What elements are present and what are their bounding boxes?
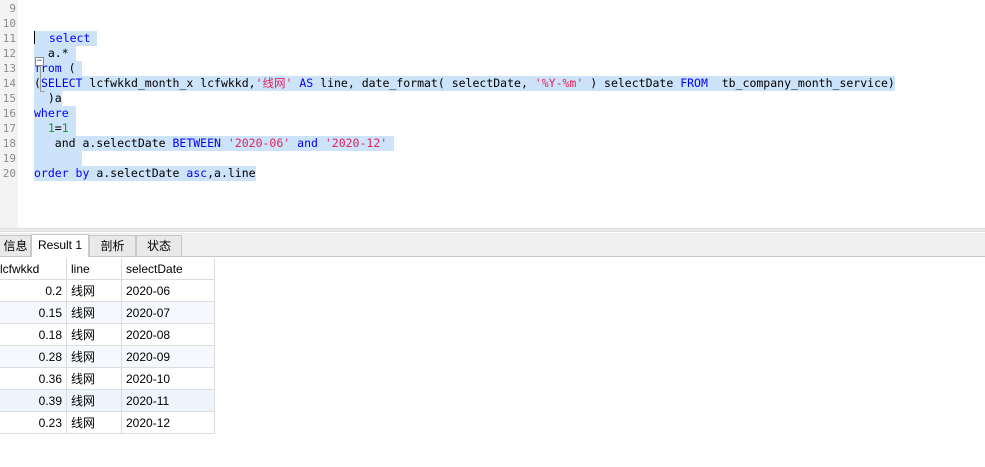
code-text: order by a.selectDate asc,a.line	[34, 166, 256, 181]
code-text: )a	[34, 91, 62, 106]
code-token: )a	[34, 91, 62, 105]
code-token: AS	[299, 76, 314, 90]
cell-line[interactable]: 线网	[67, 302, 122, 324]
cell-line[interactable]: 线网	[67, 390, 122, 412]
code-token: order by	[34, 166, 90, 180]
code-text: select	[34, 31, 98, 46]
line-number: 9	[9, 2, 16, 15]
cell-selectdate[interactable]: 2020-07	[122, 302, 215, 324]
code-token: select	[35, 31, 98, 45]
tab-result-1[interactable]: Result 1	[31, 234, 89, 257]
line-number: 15	[2, 92, 16, 105]
code-text	[34, 151, 83, 166]
tab-result-1-label: Result 1	[37, 238, 83, 252]
tab-profile-label: 剖析	[100, 239, 125, 253]
code-token: tb_company_month_service)	[707, 76, 895, 90]
tab-info-label: 信息	[3, 239, 28, 253]
tab-info[interactable]: 信息	[0, 235, 31, 256]
code-token: =	[54, 121, 62, 135]
line-number: 13	[2, 62, 16, 75]
column-header-lcfwkkd[interactable]: lcfwkkd	[0, 258, 67, 280]
sql-editor[interactable]: 9 10 11 select 12 a.* 13 from ( 14 (SELECT l…	[0, 0, 985, 228]
line-number: 20	[2, 167, 16, 180]
cell-lcfwkkd[interactable]: 0.36	[0, 368, 67, 390]
code-token: asc	[186, 166, 208, 180]
code-text: 1=1	[34, 121, 76, 136]
cell-line[interactable]: 线网	[67, 346, 122, 368]
code-token: line, date_format( selectDate,	[313, 76, 535, 90]
column-header-selectdate[interactable]: selectDate	[122, 258, 215, 280]
code-text: and a.selectDate BETWEEN '2020-06' and '…	[34, 136, 395, 151]
tab-profile[interactable]: 剖析	[89, 235, 136, 256]
code-token: where	[34, 106, 69, 120]
code-token: '2020-06'	[227, 136, 291, 150]
cell-selectdate[interactable]: 2020-08	[122, 324, 215, 346]
line-number: 18	[2, 137, 16, 150]
cell-lcfwkkd[interactable]: 0.28	[0, 346, 67, 368]
code-token: ,a.line	[207, 166, 256, 180]
line-number: 17	[2, 122, 16, 135]
cell-lcfwkkd[interactable]: 0.15	[0, 302, 67, 324]
code-token: 1	[61, 121, 69, 135]
line-number: 19	[2, 152, 16, 165]
code-text: (SELECT lcfwkkd_month_x lcfwkkd,'线网' AS …	[34, 76, 895, 91]
code-token: 1	[47, 121, 55, 135]
fold-guide	[40, 66, 41, 91]
tab-status[interactable]: 状态	[136, 235, 182, 256]
cell-line[interactable]: 线网	[67, 280, 122, 302]
cell-line[interactable]: 线网	[67, 368, 122, 390]
code-token: '线网'	[255, 76, 293, 90]
cell-selectdate[interactable]: 2020-06	[122, 280, 215, 302]
line-number: 10	[2, 17, 16, 30]
code-text: where	[34, 106, 76, 121]
cell-lcfwkkd[interactable]: 0.2	[0, 280, 67, 302]
line-number: 16	[2, 107, 16, 120]
cell-selectdate[interactable]: 2020-12	[122, 412, 215, 434]
code-token: '%Y-%m'	[534, 76, 584, 90]
code-token: '2020-12'	[324, 136, 388, 150]
line-number: 11	[2, 32, 16, 45]
code-token: (	[61, 61, 83, 75]
code-token: and a.selectDate	[34, 136, 173, 150]
code-token: FROM	[680, 76, 708, 90]
code-token: lcfwkkd_month_x lcfwkkd,	[82, 76, 256, 90]
code-token: and	[297, 136, 318, 150]
code-token: BETWEEN	[172, 136, 221, 150]
code-token: SELECT	[40, 76, 83, 90]
fold-collapse-icon[interactable]: −	[35, 57, 44, 66]
line-number: 14	[2, 77, 16, 90]
result-tab-bar: 信息 Result 1 剖析 状态	[0, 233, 985, 257]
cell-line[interactable]: 线网	[67, 412, 122, 434]
column-header-line[interactable]: line	[67, 258, 122, 280]
cell-lcfwkkd[interactable]: 0.18	[0, 324, 67, 346]
cell-selectdate[interactable]: 2020-10	[122, 368, 215, 390]
fold-end-marker	[40, 91, 45, 92]
code-token: a.selectDate	[89, 166, 187, 180]
cell-lcfwkkd[interactable]: 0.39	[0, 390, 67, 412]
tab-status-label: 状态	[146, 239, 171, 253]
cell-line[interactable]: 线网	[67, 324, 122, 346]
code-token: ) selectDate	[583, 76, 681, 90]
cell-selectdate[interactable]: 2020-11	[122, 390, 215, 412]
editor-result-splitter[interactable]	[0, 228, 985, 232]
cell-lcfwkkd[interactable]: 0.23	[0, 412, 67, 434]
line-number: 12	[2, 47, 16, 60]
cell-selectdate[interactable]: 2020-09	[122, 346, 215, 368]
